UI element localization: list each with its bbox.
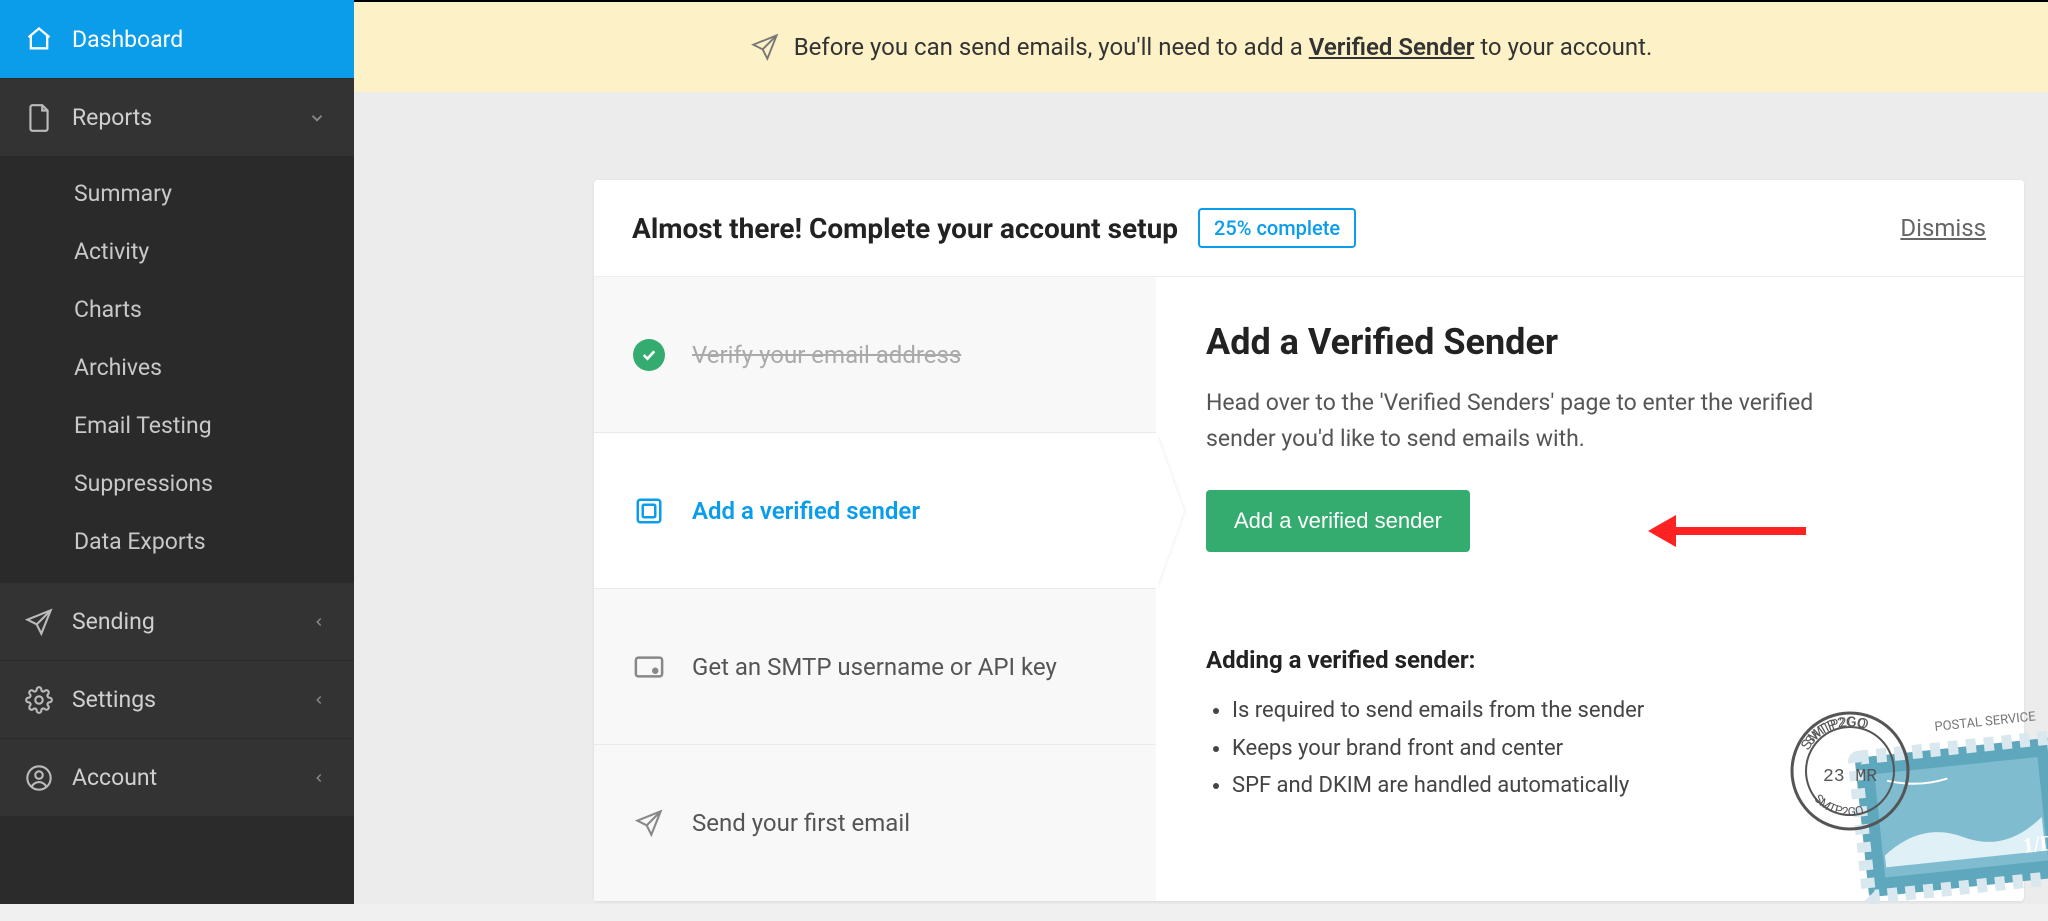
arrow-head-icon <box>1648 515 1676 547</box>
step-detail-panel: Add a Verified Sender Head over to the '… <box>1156 277 2024 901</box>
card-body: Verify your email address Add a verified… <box>594 277 2024 901</box>
sidebar-label-account: Account <box>72 764 157 791</box>
main-content: Before you can send emails, you'll need … <box>354 0 2048 904</box>
check-circle-icon <box>632 338 666 372</box>
detail-body: Head over to the 'Verified Senders' page… <box>1206 385 1826 456</box>
bullet-item: Is required to send emails from the send… <box>1232 692 1974 729</box>
gear-icon <box>24 685 54 715</box>
detail-sub-heading: Adding a verified sender: <box>1206 646 1974 674</box>
steps-list: Verify your email address Add a verified… <box>594 277 1156 901</box>
sidebar-sub-summary[interactable]: Summary <box>0 164 354 222</box>
dismiss-link[interactable]: Dismiss <box>1900 214 1986 242</box>
home-icon <box>24 24 54 54</box>
sidebar-sub-activity[interactable]: Activity <box>0 222 354 280</box>
sidebar-item-settings[interactable]: Settings <box>0 660 354 738</box>
add-verified-sender-button[interactable]: Add a verified sender <box>1206 490 1470 552</box>
step-label: Verify your email address <box>692 341 961 369</box>
verified-sender-link[interactable]: Verified Sender <box>1309 33 1475 61</box>
step-label: Add a verified sender <box>692 497 920 525</box>
sidebar-label-dashboard: Dashboard <box>72 26 183 53</box>
chevron-down-icon <box>308 109 326 127</box>
arrow-shaft <box>1676 527 1806 535</box>
chevron-left-icon <box>312 613 326 631</box>
paper-plane-icon <box>24 607 54 637</box>
sidebar-sub-charts[interactable]: Charts <box>0 280 354 338</box>
sidebar-sub-data-exports[interactable]: Data Exports <box>0 512 354 570</box>
sidebar-item-reports[interactable]: Reports <box>0 78 354 156</box>
sender-frame-icon <box>632 494 666 528</box>
chevron-left-icon <box>312 769 326 787</box>
sidebar: Dashboard Reports Summary Activity Chart… <box>0 0 354 904</box>
step-label: Get an SMTP username or API key <box>692 653 1057 681</box>
notice-text: Before you can send emails, you'll need … <box>794 33 1653 61</box>
sidebar-reports-submenu: Summary Activity Charts Archives Email T… <box>0 156 354 582</box>
step-add-sender[interactable]: Add a verified sender <box>594 433 1156 589</box>
step-smtp-api[interactable]: Get an SMTP username or API key <box>594 589 1156 745</box>
step-verify-email[interactable]: Verify your email address <box>594 277 1156 433</box>
setup-card: Almost there! Complete your account setu… <box>594 180 2024 901</box>
card-icon <box>632 650 666 684</box>
user-circle-icon <box>24 763 54 793</box>
sidebar-sub-suppressions[interactable]: Suppressions <box>0 454 354 512</box>
card-title: Almost there! Complete your account setu… <box>632 212 1178 245</box>
sidebar-label-reports: Reports <box>72 104 152 131</box>
paper-plane-icon <box>632 806 666 840</box>
paper-plane-icon <box>750 32 780 62</box>
sidebar-sub-email-testing[interactable]: Email Testing <box>0 396 354 454</box>
detail-bullets: Is required to send emails from the send… <box>1206 692 1974 804</box>
chevron-left-icon <box>312 691 326 709</box>
step-send-first-email[interactable]: Send your first email <box>594 745 1156 901</box>
step-label: Send your first email <box>692 809 910 837</box>
detail-heading: Add a Verified Sender <box>1206 321 1974 363</box>
progress-badge: 25% complete <box>1198 208 1356 248</box>
sidebar-item-sending[interactable]: Sending <box>0 582 354 660</box>
sidebar-label-settings: Settings <box>72 686 156 713</box>
card-header: Almost there! Complete your account setu… <box>594 180 2024 277</box>
sidebar-item-dashboard[interactable]: Dashboard <box>0 0 354 78</box>
notice-bar: Before you can send emails, you'll need … <box>354 0 2048 92</box>
sidebar-sub-archives[interactable]: Archives <box>0 338 354 396</box>
svg-text:1/D: 1/D <box>2021 830 2048 858</box>
arrow-annotation <box>1648 515 1806 547</box>
bullet-item: Keeps your brand front and center <box>1232 730 1974 767</box>
sidebar-item-account[interactable]: Account <box>0 738 354 816</box>
bullet-item: SPF and DKIM are handled automatically <box>1232 767 1974 804</box>
document-icon <box>24 103 54 133</box>
sidebar-label-sending: Sending <box>72 608 155 635</box>
